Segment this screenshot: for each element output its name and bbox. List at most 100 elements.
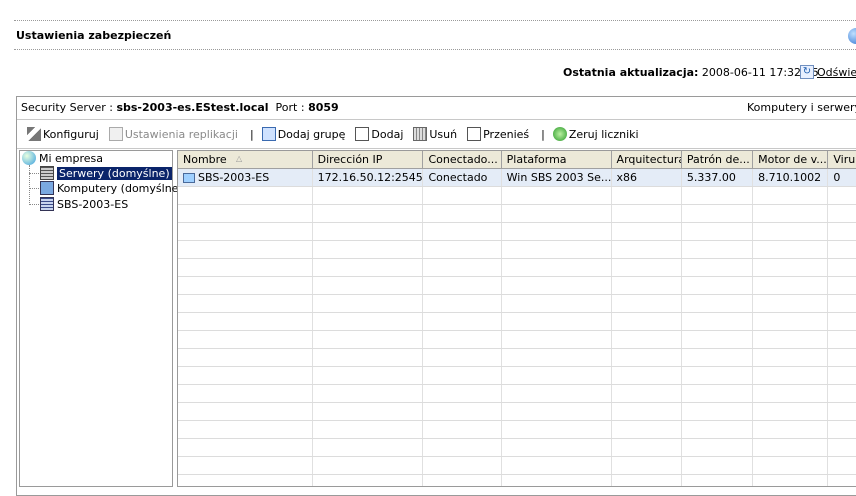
empty-cell: [313, 367, 424, 384]
empty-cell: [682, 367, 754, 384]
empty-cell: [178, 457, 313, 474]
empty-cell: [753, 259, 829, 276]
empty-cell: [313, 295, 424, 312]
empty-cell: [753, 295, 829, 312]
empty-cell: [753, 187, 829, 204]
column-header-architecture[interactable]: Arquitectura: [612, 151, 682, 168]
empty-cell: [753, 277, 829, 294]
add-group-button[interactable]: Dodaj grupę: [261, 127, 345, 141]
empty-cell: [423, 259, 502, 276]
empty-cell: [423, 277, 502, 294]
add-button[interactable]: Dodaj: [355, 127, 403, 141]
empty-row: [178, 421, 856, 439]
empty-cell: [828, 259, 856, 276]
empty-cell: [178, 187, 313, 204]
last-update: Ostatnia aktualizacja: 2008-06-11 17:32:…: [563, 66, 819, 79]
refresh-label[interactable]: Odśwież: [817, 66, 856, 79]
column-header-name[interactable]: Nombre △: [178, 151, 313, 168]
empty-cell: [502, 367, 612, 384]
empty-row: [178, 259, 856, 277]
replication-label: Ustawienia replikacji: [124, 127, 238, 141]
empty-cell: [502, 439, 612, 456]
tree-item-computers[interactable]: Komputery (domyślne): [40, 181, 183, 195]
toolbar: Konfiguruj Ustawienia replikacji | Dodaj…: [17, 120, 856, 149]
empty-cell: [612, 313, 682, 330]
server-bar: Security Server : sbs-2003-es.EStest.loc…: [17, 97, 856, 120]
empty-cell: [502, 205, 612, 222]
empty-cell: [502, 223, 612, 240]
empty-row: [178, 403, 856, 421]
column-header-connected[interactable]: Conectado...: [423, 151, 502, 168]
tree-connector: [29, 188, 39, 189]
tree-item-servers[interactable]: Serwery (domyślne): [40, 166, 172, 180]
empty-cell: [423, 457, 502, 474]
empty-cell: [178, 223, 313, 240]
empty-cell: [178, 295, 313, 312]
empty-cell: [682, 313, 754, 330]
empty-cell: [502, 187, 612, 204]
replication-settings-button[interactable]: Ustawienia replikacji: [108, 127, 238, 141]
refresh-link[interactable]: ↻ Odśwież: [800, 65, 856, 79]
tree-connector: [29, 173, 39, 174]
empty-row: [178, 277, 856, 295]
column-header-pattern[interactable]: Patrón de...: [682, 151, 754, 168]
tree-item-sbs[interactable]: SBS-2003-ES: [40, 197, 128, 211]
empty-cell: [682, 457, 754, 474]
computer-group-icon: [40, 181, 54, 195]
empty-cell: [313, 331, 424, 348]
server-name: sbs-2003-es.EStest.local: [116, 101, 269, 114]
add-group-icon: [261, 127, 276, 141]
empty-cell: [423, 403, 502, 420]
column-header-ip[interactable]: Dirección IP: [313, 151, 424, 168]
tree-item-sbs-label: SBS-2003-ES: [57, 197, 129, 211]
replication-icon: [108, 127, 123, 141]
empty-cell: [753, 313, 829, 330]
empty-cell: [753, 457, 829, 474]
empty-cell: [502, 241, 612, 258]
column-header-engine[interactable]: Motor de v...: [753, 151, 829, 168]
empty-cell: [682, 403, 754, 420]
column-header-virus[interactable]: Viru: [828, 151, 856, 168]
empty-cell: [178, 259, 313, 276]
toolbar-separator: |: [541, 127, 545, 141]
tree-connector: [29, 165, 30, 205]
empty-cell: [313, 205, 424, 222]
reset-counters-button[interactable]: Zeruj liczniki: [552, 127, 639, 141]
tree-connector: [29, 204, 39, 205]
table-row[interactable]: SBS-2003-ES 172.16.50.12:25459 Conectado…: [178, 169, 856, 187]
empty-cell: [612, 349, 682, 366]
empty-row: [178, 367, 856, 385]
empty-cell: [423, 241, 502, 258]
empty-cell: [682, 475, 754, 486]
empty-cell: [682, 241, 754, 258]
security-panel: Security Server : sbs-2003-es.EStest.loc…: [16, 96, 856, 496]
empty-cell: [502, 313, 612, 330]
empty-cell: [753, 241, 829, 258]
empty-cell: [682, 331, 754, 348]
empty-cell: [502, 421, 612, 438]
empty-cell: [313, 385, 424, 402]
empty-cell: [682, 439, 754, 456]
tree-root[interactable]: Mi empresa: [22, 151, 103, 165]
cell-architecture: x86: [612, 169, 682, 186]
empty-cell: [753, 205, 829, 222]
empty-cell: [178, 277, 313, 294]
move-label: Przenieś: [483, 127, 530, 141]
empty-row: [178, 205, 856, 223]
empty-cell: [178, 385, 313, 402]
configure-button[interactable]: Konfiguruj: [27, 127, 99, 141]
configure-label: Konfiguruj: [43, 127, 99, 141]
group-tree: Mi empresa Serwery (domyślne) Komputery …: [19, 150, 183, 487]
delete-label: Usuń: [429, 127, 458, 141]
empty-row: [178, 349, 856, 367]
empty-cell: [502, 331, 612, 348]
help-icon[interactable]: [848, 28, 856, 44]
column-header-platform[interactable]: Plataforma: [502, 151, 612, 168]
move-button[interactable]: Przenieś: [467, 127, 529, 141]
page-title: Ustawienia zabezpieczeń: [16, 29, 172, 42]
empty-cell: [612, 277, 682, 294]
empty-cell: [828, 349, 856, 366]
empty-cell: [313, 187, 424, 204]
delete-button[interactable]: Usuń: [413, 127, 457, 141]
globe-icon: [22, 151, 36, 165]
